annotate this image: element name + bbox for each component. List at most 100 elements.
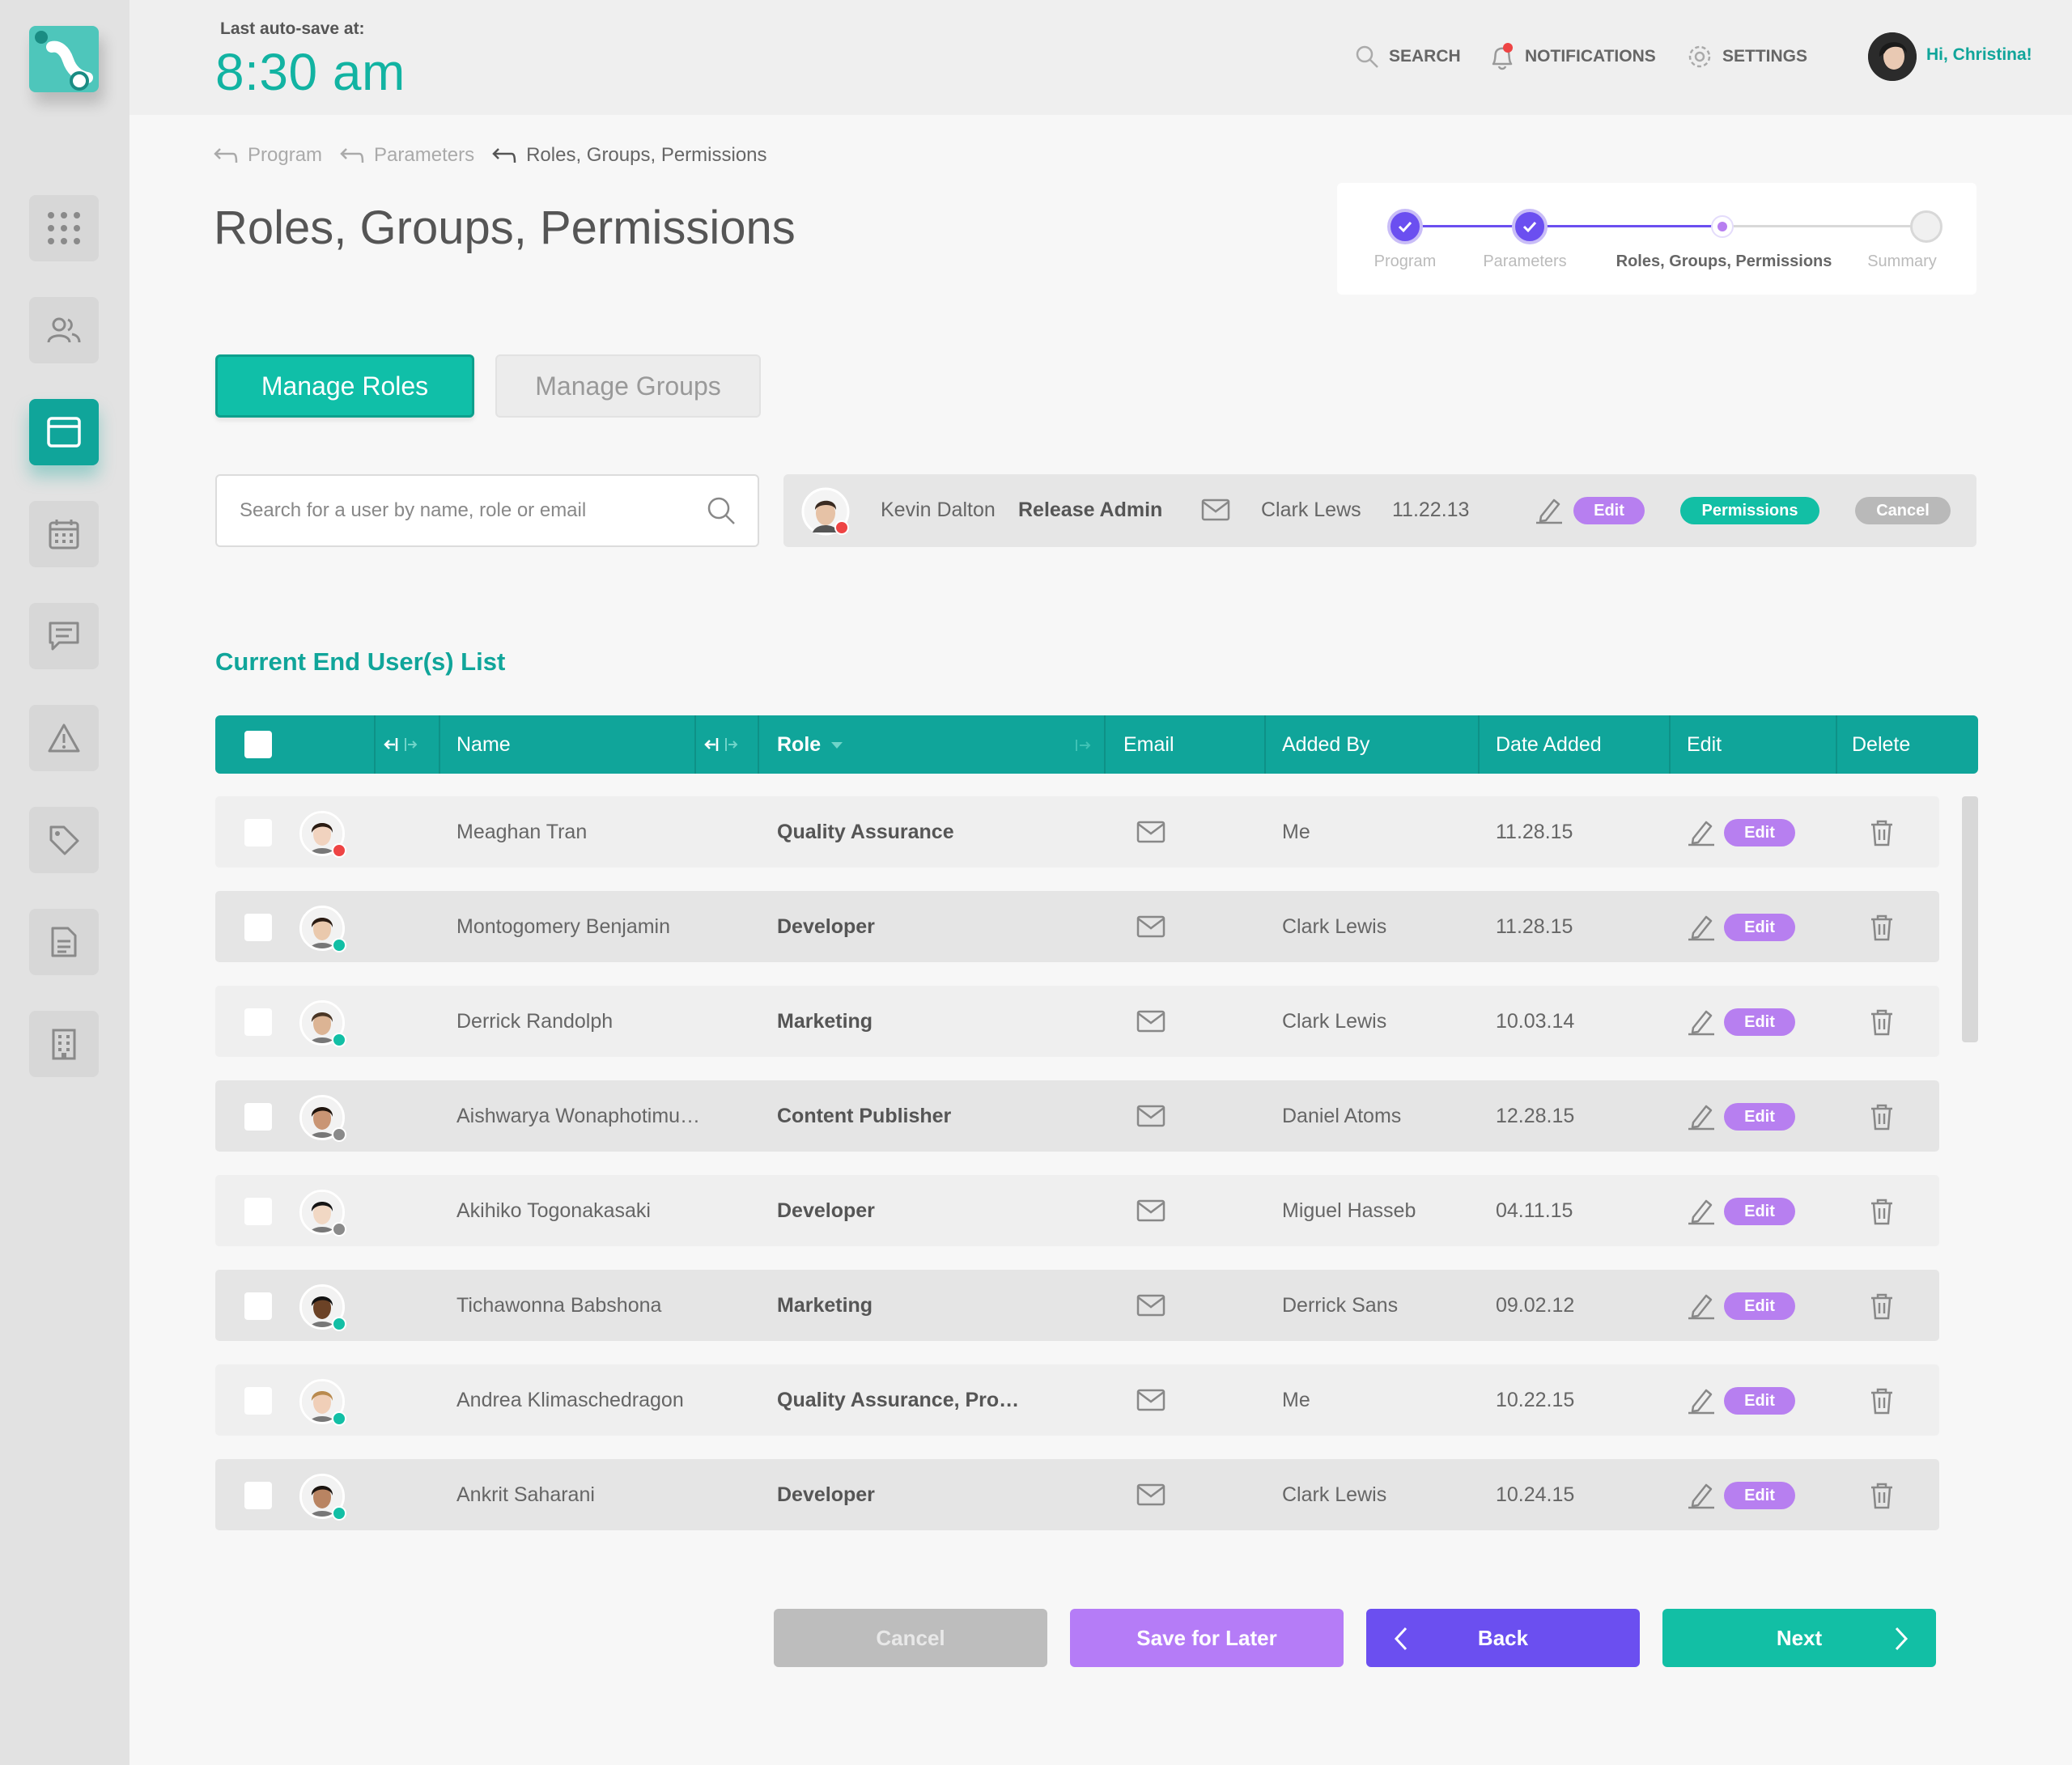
mail-icon[interactable] [1136,821,1166,843]
sidebar-item-tags[interactable] [29,807,99,873]
sidebar-item-organization[interactable] [29,1011,99,1077]
row-checkbox[interactable] [244,1008,272,1036]
mail-icon[interactable] [1136,1483,1166,1506]
breadcrumb-parameters[interactable]: Parameters [340,144,474,167]
pencil-icon[interactable] [1687,1385,1716,1415]
cancel-button[interactable]: Cancel [774,1609,1047,1667]
user-search [215,474,759,547]
breadcrumb-program[interactable]: Program [214,144,322,167]
user-search-input[interactable] [240,499,706,522]
row-checkbox[interactable] [244,1482,272,1509]
row-checkbox[interactable] [244,1387,272,1415]
pencil-icon[interactable] [1687,912,1716,941]
pencil-icon[interactable] [1687,1101,1716,1131]
row-checkbox[interactable] [244,1198,272,1225]
row-edit-button[interactable]: Edit [1724,1103,1795,1131]
trash-icon[interactable] [1870,1387,1894,1415]
table-row[interactable]: Akihiko Togonakasaki Developer Miguel Ha… [215,1175,1939,1246]
table-row[interactable]: Derrick Randolph Marketing Clark Lewis 1… [215,986,1939,1057]
column-header-added-by[interactable]: Added By [1282,733,1369,757]
table-row[interactable]: Aishwarya Wonaphotimu… Content Publisher… [215,1080,1939,1152]
row-edit-button[interactable]: Edit [1724,819,1795,846]
step-check-icon[interactable] [1387,209,1423,244]
pencil-icon[interactable] [1535,495,1564,524]
row-checkbox[interactable] [244,819,272,846]
table-row[interactable]: Meaghan Tran Quality Assurance Me 11.28.… [215,796,1939,868]
selected-user-added-by: Clark Lews [1261,499,1361,521]
search-icon[interactable] [706,495,737,526]
column-header-role[interactable]: Role [777,733,821,757]
mail-icon[interactable] [1136,915,1166,938]
column-header-delete: Delete [1852,733,1911,756]
user-greeting[interactable]: Hi, Christina! [1926,45,2032,65]
selected-user-cancel-button[interactable]: Cancel [1855,497,1951,524]
mail-icon[interactable] [1136,1010,1166,1033]
sidebar-item-dashboard[interactable] [29,195,99,261]
row-edit-button[interactable]: Edit [1724,1198,1795,1225]
table-row[interactable]: Ankrit Saharani Developer Clark Lewis 10… [215,1459,1939,1530]
table-scrollbar[interactable] [1962,796,1978,1042]
save-for-later-button[interactable]: Save for Later [1070,1609,1344,1667]
column-resize-icon[interactable] [1073,738,1093,753]
column-header-name[interactable]: Name [456,733,511,757]
table-row[interactable]: Tichawonna Babshona Marketing Derrick Sa… [215,1270,1939,1341]
sidebar-item-alerts[interactable] [29,705,99,771]
notifications-link[interactable]: NOTIFICATIONS [1489,40,1656,73]
column-resize-icon[interactable] [704,736,748,753]
sidebar-item-users[interactable] [29,297,99,363]
row-checkbox[interactable] [244,1103,272,1131]
pencil-icon[interactable] [1687,817,1716,846]
search-link[interactable]: SEARCH [1355,40,1461,73]
select-all-checkbox[interactable] [244,731,272,758]
row-checkbox[interactable] [244,914,272,941]
sidebar-item-messages[interactable] [29,603,99,669]
tab-manage-roles[interactable]: Manage Roles [215,354,474,418]
selected-user-edit-button[interactable]: Edit [1573,497,1645,524]
trash-icon[interactable] [1870,1103,1894,1131]
selected-user-date: 11.22.13 [1392,499,1470,521]
sidebar-item-programs[interactable] [29,399,99,465]
row-edit-button[interactable]: Edit [1724,1482,1795,1509]
sidebar-item-documents[interactable] [29,909,99,975]
trash-icon[interactable] [1870,914,1894,941]
pencil-icon[interactable] [1687,1196,1716,1225]
trash-icon[interactable] [1870,1482,1894,1509]
step-check-icon[interactable] [1512,209,1548,244]
row-edit-button[interactable]: Edit [1724,1008,1795,1036]
mail-icon[interactable] [1136,1199,1166,1222]
mail-icon[interactable] [1136,1389,1166,1411]
column-divider [1264,715,1266,774]
sidebar-item-calendar[interactable] [29,501,99,567]
mail-icon[interactable] [1136,1294,1166,1317]
row-edit-button[interactable]: Edit [1724,914,1795,941]
pencil-icon[interactable] [1687,1007,1716,1036]
trash-icon[interactable] [1870,1292,1894,1320]
settings-link[interactable]: SETTINGS [1687,40,1807,73]
column-resize-icon[interactable] [384,736,427,753]
trash-icon[interactable] [1870,1198,1894,1225]
column-header-email[interactable]: Email [1123,733,1174,757]
column-header-date-added[interactable]: Date Added [1496,733,1602,757]
mail-icon[interactable] [1201,499,1230,521]
avatar [299,1379,346,1426]
row-edit-button[interactable]: Edit [1724,1292,1795,1320]
row-edit-button[interactable]: Edit [1724,1387,1795,1415]
top-bar: Last auto-save at: 8:30 am SEARCH NOTIFI… [130,0,2072,115]
mail-icon[interactable] [1136,1105,1166,1127]
next-button[interactable]: Next [1662,1609,1936,1667]
sort-down-icon[interactable] [830,741,843,749]
trash-icon[interactable] [1870,819,1894,846]
warning-icon [48,723,80,753]
pencil-icon[interactable] [1687,1291,1716,1320]
table-row[interactable]: Montogomery Benjamin Developer Clark Lew… [215,891,1939,962]
table-row[interactable]: Andrea Klimaschedragon Quality Assurance… [215,1364,1939,1436]
row-checkbox[interactable] [244,1292,272,1320]
app-logo[interactable] [29,26,99,92]
pencil-icon[interactable] [1687,1480,1716,1509]
tab-manage-groups[interactable]: Manage Groups [495,354,761,418]
selected-user-permissions-button[interactable]: Permissions [1680,497,1819,524]
user-avatar[interactable] [1868,32,1917,81]
row-date-added: 11.28.15 [1496,915,1573,938]
trash-icon[interactable] [1870,1008,1894,1036]
back-button[interactable]: Back [1366,1609,1640,1667]
